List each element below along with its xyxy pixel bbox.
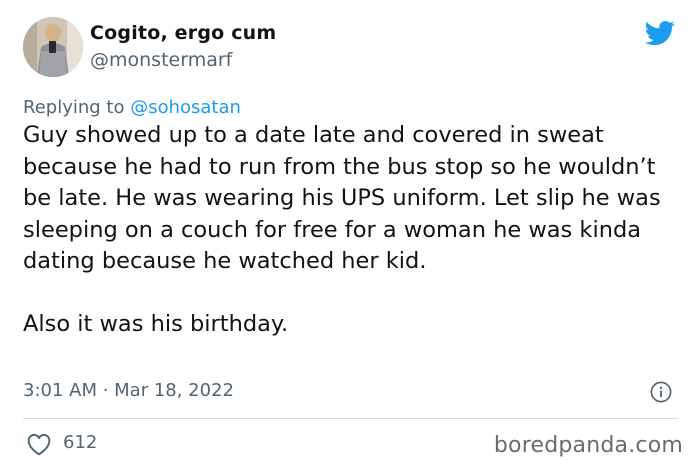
tweet-timestamp[interactable]: 3:01 AM · Mar 18, 2022	[23, 380, 234, 401]
author-handle[interactable]: @monstermarf	[90, 49, 232, 71]
info-icon[interactable]	[650, 381, 672, 403]
watermark: boredpanda.com	[493, 433, 683, 458]
avatar[interactable]	[23, 17, 83, 77]
like-count[interactable]: 612	[63, 432, 97, 453]
divider	[23, 418, 678, 419]
tweet-text: Guy showed up to a date late and covered…	[23, 122, 661, 337]
heart-icon[interactable]	[26, 432, 52, 456]
reply-context: Replying to @sohosatan	[23, 97, 241, 118]
reply-mention-link[interactable]: @sohosatan	[130, 97, 241, 118]
twitter-bird-icon[interactable]	[643, 18, 677, 48]
tweet-card: Cogito, ergo cum @monstermarf Replying t…	[0, 0, 700, 471]
reply-prefix: Replying to	[23, 97, 131, 118]
avatar-photo	[23, 17, 83, 77]
author-name[interactable]: Cogito, ergo cum	[90, 22, 276, 44]
